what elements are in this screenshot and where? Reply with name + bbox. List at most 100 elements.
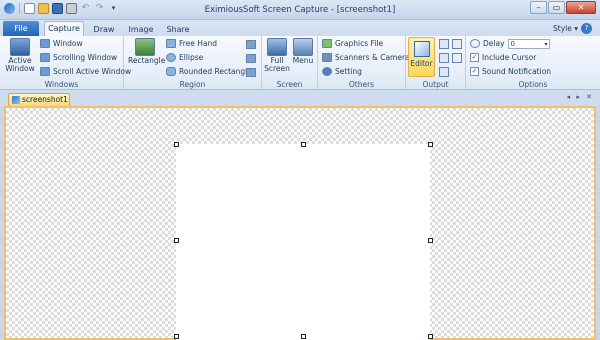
file-output-icon[interactable] [439, 53, 449, 63]
rounded-rectangle-label: Rounded Rectangle [179, 67, 252, 76]
clock-icon [470, 39, 480, 48]
active-window-label: Active Window [5, 56, 35, 73]
open-output-icon[interactable] [452, 39, 462, 49]
scroll-active-window-icon [40, 67, 50, 76]
active-window-button[interactable]: Active Window [4, 38, 36, 73]
rounded-rectangle-icon [166, 67, 176, 76]
document-tab-strip: screenshot1 ◂ ▸ ✕ [0, 90, 600, 106]
captured-image[interactable] [176, 144, 430, 340]
delay-input[interactable]: 0 ▾ [507, 38, 550, 49]
editor-label: Editor [410, 59, 433, 68]
windows-group-label: Windows [44, 80, 79, 89]
delay-control: Delay 0 ▾ [470, 38, 550, 49]
resize-handle-bottom-left[interactable] [174, 334, 179, 339]
free-hand-button[interactable]: Free Hand [166, 38, 217, 49]
group-screen: Full Screen Menu Screen [262, 36, 318, 90]
window-icon [40, 39, 50, 48]
group-others: Graphics File Scanners & Cameras Setting… [318, 36, 414, 90]
ellipse-label: Ellipse [179, 53, 204, 62]
setting-icon [322, 67, 332, 76]
capture-canvas[interactable] [4, 106, 596, 340]
region-group-label: Region [179, 80, 206, 89]
resize-handle-left[interactable] [174, 238, 179, 243]
tab-draw[interactable]: Draw [88, 23, 120, 36]
rectangle-button[interactable]: Rectangle [128, 38, 166, 65]
region-extra-icon-1[interactable] [246, 40, 256, 49]
include-cursor-option[interactable]: ✓ Include Cursor [470, 52, 536, 63]
delay-label: Delay [483, 39, 505, 48]
group-region: Rectangle Free Hand Ellipse Rounded Rect… [124, 36, 262, 90]
delay-value: 0 [510, 39, 515, 48]
tab-image[interactable]: Image [124, 23, 158, 36]
resize-handle-right[interactable] [428, 238, 433, 243]
scrolling-window-label: Scrolling Window [53, 53, 118, 62]
tab-share[interactable]: Share [162, 23, 194, 36]
graphics-file-label: Graphics File [335, 39, 384, 48]
document-tab-label: screenshot1 [22, 95, 68, 104]
menu-button[interactable]: Menu [291, 38, 315, 65]
group-output: Editor Output [406, 36, 466, 90]
document-tab-screenshot1[interactable]: screenshot1 [8, 93, 70, 106]
resize-handle-top-left[interactable] [174, 142, 179, 147]
printer-output-icon[interactable] [439, 67, 449, 77]
sound-notification-label: Sound Notification [482, 67, 552, 76]
window-controls: – ▭ ✕ [530, 1, 596, 14]
help-icon[interactable]: ? [581, 23, 592, 34]
sound-notification-option[interactable]: ✓ Sound Notification [470, 66, 551, 77]
email-output-icon[interactable] [452, 53, 462, 63]
group-windows: Active Window Window Scrolling Window Sc… [0, 36, 131, 90]
editor-button[interactable]: Editor [408, 37, 435, 77]
ellipse-icon [166, 53, 176, 62]
full-screen-icon [267, 38, 287, 56]
rectangle-label: Rectangle [128, 56, 166, 65]
include-cursor-checkbox[interactable]: ✓ [470, 53, 479, 62]
resize-handle-bottom-right[interactable] [428, 334, 433, 339]
region-extra-icon-3[interactable] [246, 68, 256, 77]
include-cursor-label: Include Cursor [482, 53, 537, 62]
close-button[interactable]: ✕ [566, 1, 596, 14]
rounded-rectangle-button[interactable]: Rounded Rectangle [166, 66, 252, 77]
scrolling-window-button[interactable]: Scrolling Window [40, 52, 117, 63]
chevron-down-icon[interactable]: ▾ [545, 40, 548, 49]
scroll-active-window-button[interactable]: Scroll Active Window [40, 66, 131, 77]
scanners-cameras-button[interactable]: Scanners & Cameras [322, 52, 414, 63]
tab-capture[interactable]: Capture [44, 21, 84, 37]
sound-notification-checkbox[interactable]: ✓ [470, 67, 479, 76]
ellipse-button[interactable]: Ellipse [166, 52, 203, 63]
window-label: Window [53, 39, 83, 48]
image-document-icon [12, 96, 20, 104]
editor-icon [413, 41, 430, 57]
maximize-button[interactable]: ▭ [548, 1, 565, 14]
window-title: EximiousSoft Screen Capture - [screensho… [204, 5, 396, 15]
menu-label: Menu [292, 56, 314, 65]
title-bar: ↶ ↷ ▾ EximiousSoft Screen Capture - [scr… [0, 0, 600, 20]
rectangle-icon [135, 38, 155, 56]
graphics-file-button[interactable]: Graphics File [322, 38, 383, 49]
output-group-label: Output [422, 80, 449, 89]
group-options: Delay 0 ▾ ✓ Include Cursor ✓ Sound Notif… [466, 36, 600, 90]
free-hand-icon [166, 39, 176, 48]
document-nav-controls[interactable]: ◂ ▸ ✕ [567, 93, 594, 101]
setting-label: Setting [335, 67, 362, 76]
resize-handle-top-right[interactable] [428, 142, 433, 147]
scrolling-window-icon [40, 53, 50, 62]
ribbon-tab-row: File Capture Draw Image Share Style ▾ ? [0, 20, 600, 37]
graphics-file-icon [322, 39, 332, 48]
resize-handle-top[interactable] [301, 142, 306, 147]
region-extra-icon-2[interactable] [246, 54, 256, 63]
menu-icon [293, 38, 313, 56]
minimize-button[interactable]: – [530, 1, 547, 14]
setting-button[interactable]: Setting [322, 66, 362, 77]
others-group-label: Others [348, 80, 375, 89]
scanners-cameras-label: Scanners & Cameras [335, 53, 414, 62]
resize-handle-bottom[interactable] [301, 334, 306, 339]
window-button[interactable]: Window [40, 38, 83, 49]
clipboard-output-icon[interactable] [439, 39, 449, 49]
style-menu[interactable]: Style ▾ [553, 24, 578, 33]
full-screen-label: Full Screen [264, 56, 290, 73]
scroll-active-window-label: Scroll Active Window [53, 67, 132, 76]
free-hand-label: Free Hand [179, 39, 218, 48]
full-screen-button[interactable]: Full Screen [264, 38, 290, 73]
screen-group-label: Screen [276, 80, 303, 89]
file-tab[interactable]: File [3, 21, 39, 36]
